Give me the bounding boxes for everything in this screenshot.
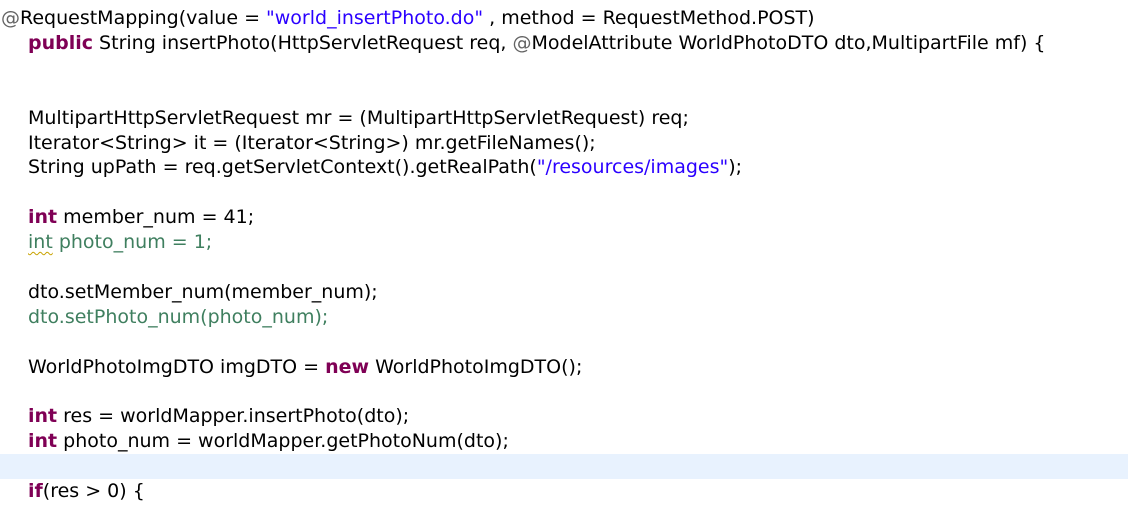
code-line-1[interactable]: @RequestMapping(value = "world_insertPho… bbox=[0, 6, 1128, 31]
code-line-9[interactable]: dto.setPhoto_num(photo_num); bbox=[0, 305, 1128, 330]
annotation-symbol: @ bbox=[1, 7, 20, 29]
code-line-10[interactable]: WorldPhotoImgDTO imgDTO = new WorldPhoto… bbox=[0, 355, 1128, 380]
keyword: int bbox=[28, 405, 58, 427]
code-text: photo_num = worldMapper.getPhotoNum(dto)… bbox=[57, 430, 509, 452]
code-line-6[interactable]: int member_num = 41; bbox=[0, 205, 1128, 230]
keyword: int bbox=[28, 430, 58, 452]
code-text: , method = RequestMethod.POST) bbox=[483, 7, 815, 29]
code-text: dto.setPhoto_num(photo_num); bbox=[28, 306, 329, 328]
warning-keyword: int bbox=[28, 231, 53, 253]
string-literal: "/resources/images" bbox=[536, 156, 729, 178]
code-text: dto.setMember_num(member_num); bbox=[28, 281, 378, 303]
current-line-highlight bbox=[0, 454, 1128, 479]
code-line-8[interactable]: dto.setMember_num(member_num); bbox=[0, 280, 1128, 305]
keyword: if bbox=[28, 480, 43, 502]
code-text: (res > 0) { bbox=[42, 480, 145, 502]
code-text: ); bbox=[728, 156, 743, 178]
code-editor[interactable]: @RequestMapping(value = "world_insertPho… bbox=[0, 0, 1128, 522]
code-text: photo_num = 1; bbox=[52, 231, 213, 253]
code-text: String upPath = req.getServletContext().… bbox=[28, 156, 537, 178]
code-line-12[interactable]: int photo_num = worldMapper.getPhotoNum(… bbox=[0, 429, 1128, 454]
code-text: RequestMapping(value = bbox=[20, 7, 267, 29]
keyword: new bbox=[325, 356, 370, 378]
code-line-13[interactable]: if(res > 0) { bbox=[0, 479, 1128, 504]
code-line-2[interactable]: public String insertPhoto(HttpServletReq… bbox=[0, 31, 1128, 56]
code-text: WorldPhotoImgDTO imgDTO = bbox=[28, 356, 326, 378]
code-line-5[interactable]: String upPath = req.getServletContext().… bbox=[0, 155, 1128, 180]
code-text: ModelAttribute WorldPhotoDTO dto,Multipa… bbox=[531, 32, 1046, 54]
code-line-7[interactable]: int photo_num = 1; bbox=[0, 230, 1128, 255]
string-literal: "world_insertPhoto.do" bbox=[266, 7, 484, 29]
annotation-symbol: @ bbox=[512, 32, 532, 54]
code-text: WorldPhotoImgDTO(); bbox=[369, 356, 583, 378]
keyword: int bbox=[28, 206, 58, 228]
keyword: public bbox=[28, 32, 94, 54]
code-line-3[interactable]: MultipartHttpServletRequest mr = (Multip… bbox=[0, 106, 1128, 131]
code-text: MultipartHttpServletRequest mr = (Multip… bbox=[28, 107, 689, 129]
code-text: Iterator<String> it = (Iterator<String>)… bbox=[28, 132, 596, 154]
code-text: String insertPhoto(HttpServletRequest re… bbox=[93, 32, 513, 54]
code-text: member_num = 41; bbox=[57, 206, 255, 228]
code-line-4[interactable]: Iterator<String> it = (Iterator<String>)… bbox=[0, 131, 1128, 156]
code-text: res = worldMapper.insertPhoto(dto); bbox=[57, 405, 410, 427]
code-line-11[interactable]: int res = worldMapper.insertPhoto(dto); bbox=[0, 404, 1128, 429]
